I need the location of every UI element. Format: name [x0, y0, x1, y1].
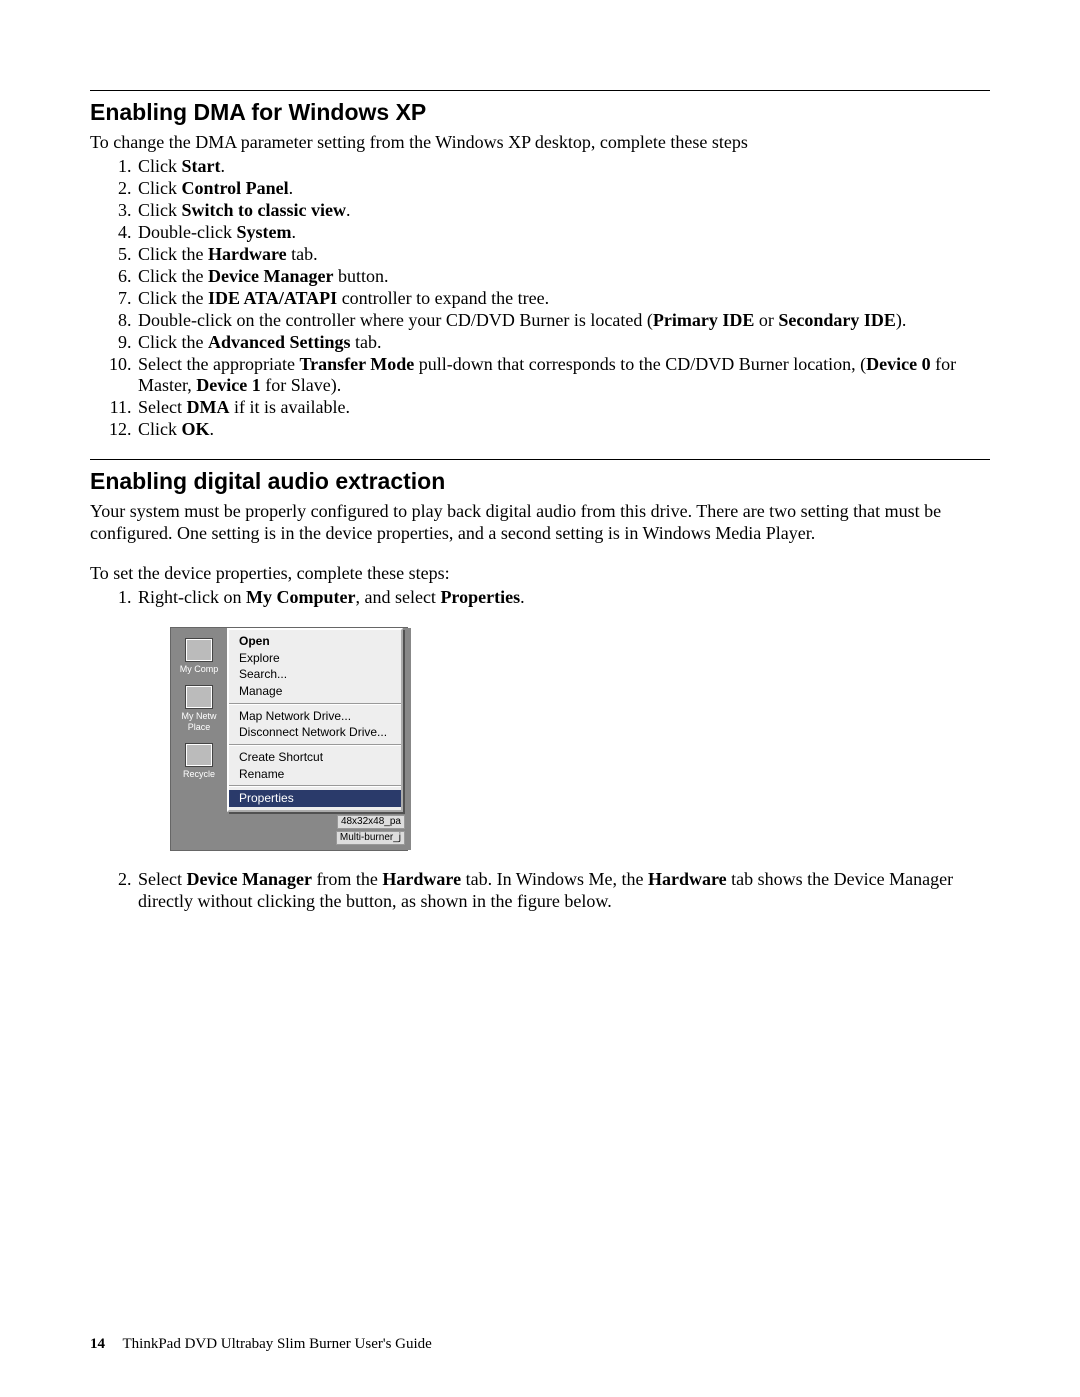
step: Click Start.: [136, 156, 990, 178]
menu-item-manage[interactable]: Manage: [229, 683, 401, 700]
intro-dma: To change the DMA parameter setting from…: [90, 132, 990, 154]
step: Select DMA if it is available.: [136, 397, 990, 419]
context-menu-screenshot: My Comp My Netw Place Recycle Open: [170, 627, 408, 851]
menu-item-search[interactable]: Search...: [229, 666, 401, 683]
step: Click Control Panel.: [136, 178, 990, 200]
context-menu: Open Explore Search... Manage Map Networ…: [227, 628, 403, 812]
steps-digital-audio: Right-click on My Computer, and select P…: [90, 587, 990, 912]
menu-item-rename[interactable]: Rename: [229, 766, 401, 783]
network-icon: [185, 685, 213, 709]
bin-icon: [185, 743, 213, 767]
bg-item: 48x32x48_pa: [337, 815, 405, 829]
step: Click the Device Manager button.: [136, 266, 990, 288]
my-computer-icon: My Comp: [171, 638, 227, 675]
heading-digital-audio: Enabling digital audio extraction: [90, 468, 990, 495]
icon-label: My Comp: [180, 664, 219, 674]
menu-item-create-shortcut[interactable]: Create Shortcut: [229, 749, 401, 766]
recycle-bin-icon: Recycle: [171, 743, 227, 780]
step: Click the Hardware tab.: [136, 244, 990, 266]
bg-item: Multi-burner_j: [336, 831, 405, 845]
heading-enabling-dma: Enabling DMA for Windows XP: [90, 99, 990, 126]
step: Double-click on the controller where you…: [136, 310, 990, 332]
icon-label: Place: [188, 722, 211, 732]
step: Double-click System.: [136, 222, 990, 244]
step: Select the appropriate Transfer Mode pul…: [136, 354, 990, 398]
menu-item-disconnect-drive[interactable]: Disconnect Network Drive...: [229, 724, 401, 741]
icon-label: My Netw: [181, 711, 216, 721]
intro-set-device: To set the device properties, complete t…: [90, 563, 990, 585]
step: Click the Advanced Settings tab.: [136, 332, 990, 354]
step: Click the IDE ATA/ATAPI controller to ex…: [136, 288, 990, 310]
screenshot-background-items: 48x32x48_pa Multi-burner_j: [171, 812, 407, 850]
step: Select Device Manager from the Hardware …: [136, 869, 990, 913]
icon-label: Recycle: [183, 769, 215, 779]
page-footer: 14 ThinkPad DVD Ultrabay Slim Burner Use…: [90, 1336, 432, 1353]
section-rule: [90, 459, 990, 460]
section-rule: [90, 90, 990, 91]
step: Click Switch to classic view.: [136, 200, 990, 222]
computer-icon: [185, 638, 213, 662]
desktop-icons-column: My Comp My Netw Place Recycle: [171, 628, 227, 790]
menu-item-open[interactable]: Open: [229, 633, 401, 650]
screenshot-edge: [407, 628, 411, 850]
menu-item-properties[interactable]: Properties: [229, 790, 401, 807]
my-network-places-icon: My Netw Place: [171, 685, 227, 733]
step: Right-click on My Computer, and select P…: [136, 587, 990, 851]
menu-item-explore[interactable]: Explore: [229, 650, 401, 667]
menu-item-map-drive[interactable]: Map Network Drive...: [229, 708, 401, 725]
steps-dma: Click Start. Click Control Panel. Click …: [90, 156, 990, 441]
step: Click OK.: [136, 419, 990, 441]
page-number: 14: [90, 1336, 105, 1352]
intro-digital-audio: Your system must be properly configured …: [90, 501, 990, 545]
footer-title: ThinkPad DVD Ultrabay Slim Burner User's…: [122, 1336, 431, 1352]
